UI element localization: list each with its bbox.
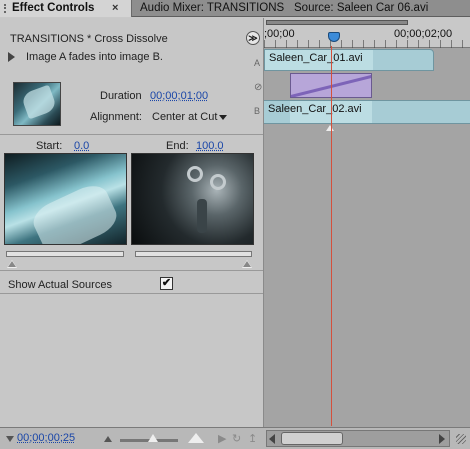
timeline-scrollbar[interactable] xyxy=(266,430,450,447)
loop-icon[interactable]: ↻ xyxy=(232,432,241,445)
dropdown-arrow-icon[interactable] xyxy=(219,115,227,120)
alignment-select[interactable]: Center at Cut xyxy=(152,111,217,123)
panel-tab-bar: Effect Controls × Audio Mixer: TRANSITIO… xyxy=(0,0,470,17)
time-ruler[interactable]: ;00;00 00;00;02;00 xyxy=(264,18,470,48)
start-label: Start: xyxy=(36,140,63,152)
resize-grip-icon[interactable] xyxy=(456,434,466,444)
timecode-menu-icon[interactable] xyxy=(6,436,14,442)
clip-a[interactable]: Saleen_Car_01.avi xyxy=(264,49,434,71)
zoom-bar[interactable] xyxy=(266,20,408,25)
tab-label: Effect Controls xyxy=(12,2,95,14)
checkbox-icon[interactable]: ✔ xyxy=(160,277,173,290)
start-slider-track[interactable] xyxy=(6,251,124,257)
end-value[interactable]: 100.0 xyxy=(196,140,224,152)
cut-marker-icon xyxy=(326,125,334,131)
end-slider-handle[interactable] xyxy=(242,260,252,268)
playhead-line xyxy=(331,46,332,426)
play-transition-icon[interactable] xyxy=(8,52,15,62)
duration-label: Duration xyxy=(100,90,142,102)
tab-source-monitor[interactable]: Source: Saleen Car 06.avi xyxy=(288,0,470,17)
preview-a-image xyxy=(4,153,127,245)
current-timecode[interactable]: 00;00;00;25 xyxy=(17,432,75,444)
description-row: Image A fades into image B. xyxy=(0,48,262,66)
zoom-out-icon[interactable] xyxy=(104,436,112,442)
transition-description: Image A fades into image B. xyxy=(26,51,163,63)
divider xyxy=(0,134,263,135)
preview-b-image xyxy=(131,153,254,245)
export-icon[interactable]: ↥ xyxy=(248,432,257,445)
effect-controls-panel: TRANSITIONS * Cross Dissolve ≫ Image A f… xyxy=(0,18,264,427)
divider xyxy=(0,293,263,294)
duration-value[interactable]: 00;00;01;00 xyxy=(150,90,208,102)
tab-effect-controls[interactable]: Effect Controls × xyxy=(0,0,132,17)
ruler-end-timecode: 00;00;02;00 xyxy=(394,28,453,40)
clip-b-label: Saleen_Car_02.avi xyxy=(268,103,362,115)
divider xyxy=(0,270,263,271)
panel-menu-icon[interactable]: ≫ xyxy=(246,31,260,45)
ruler-ticks xyxy=(264,40,470,48)
zoom-in-icon[interactable] xyxy=(188,433,204,443)
alignment-label: Alignment: xyxy=(90,111,142,123)
show-actual-sources-label: Show Actual Sources xyxy=(8,279,112,291)
ruler-start-timecode: ;00;00 xyxy=(264,28,295,40)
clip-a-label: Saleen_Car_01.avi xyxy=(269,52,363,64)
panel-header: TRANSITIONS * Cross Dissolve xyxy=(10,33,168,45)
close-icon[interactable]: × xyxy=(112,0,118,17)
scroll-thumb[interactable] xyxy=(281,432,343,445)
scroll-right-icon[interactable] xyxy=(439,434,445,444)
end-slider-track[interactable] xyxy=(135,251,252,257)
end-label: End: xyxy=(166,140,189,152)
transition-thumbnail xyxy=(13,82,61,126)
tab-grip-icon[interactable] xyxy=(4,4,9,13)
track-b-marker: B xyxy=(254,106,261,116)
start-value[interactable]: 0.0 xyxy=(74,140,89,152)
tab-audio-mixer[interactable]: Audio Mixer: TRANSITIONS xyxy=(134,0,286,17)
track-a-marker: A xyxy=(254,58,261,68)
scroll-left-icon[interactable] xyxy=(269,434,275,444)
zoom-slider-handle[interactable] xyxy=(148,434,158,442)
mini-timeline: ;00;00 00;00;02;00 Saleen_Car_01.avi Sal… xyxy=(264,18,470,427)
alignment-icon: ⊘ xyxy=(254,82,263,93)
bottom-bar: 00;00;00;25 ▶ ↻ ↥ xyxy=(0,427,470,449)
start-slider-handle[interactable] xyxy=(7,260,17,268)
clip-b[interactable]: Saleen_Car_02.avi xyxy=(264,100,470,131)
play-audio-icon[interactable]: ▶ xyxy=(218,432,226,445)
